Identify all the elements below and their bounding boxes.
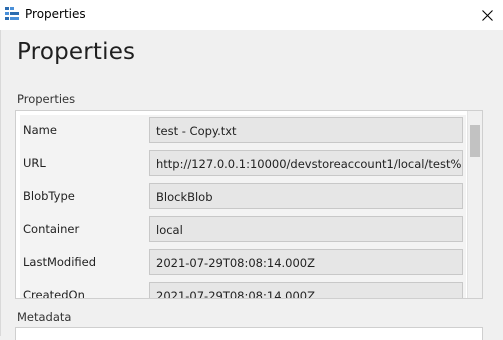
properties-section-label: Properties [17, 92, 76, 106]
vertical-scrollbar[interactable] [467, 111, 482, 298]
property-name: CreatedOn [23, 288, 85, 298]
property-name: LastModified [23, 255, 97, 269]
property-name: URL [23, 156, 46, 170]
properties-grid: Name test - Copy.txt URL http://127.0.0.… [20, 115, 466, 298]
property-row-url: URL http://127.0.0.1:10000/devstoreaccou… [20, 148, 466, 181]
properties-dialog: Properties Properties Name test - Copy.t… [0, 30, 503, 340]
close-icon [481, 9, 493, 21]
property-value-field[interactable]: local [149, 216, 463, 242]
close-button[interactable] [471, 0, 503, 30]
title-bar: Properties [0, 0, 503, 30]
property-row-lastmodified: LastModified 2021-07-29T08:08:14.000Z [20, 247, 466, 280]
property-name: Container [23, 222, 80, 236]
property-row-name: Name test - Copy.txt [20, 115, 466, 148]
property-row-container: Container local [20, 214, 466, 247]
property-value-field[interactable]: 2021-07-29T08:08:14.000Z [149, 282, 463, 298]
property-value-field[interactable]: BlockBlob [149, 183, 463, 209]
metadata-section-label: Metadata [17, 310, 72, 324]
property-row-createdon: CreatedOn 2021-07-29T08:08:14.000Z [20, 280, 466, 298]
dialog-heading: Properties [17, 39, 136, 65]
property-value-field[interactable]: http://127.0.0.1:10000/devstoreaccount1/… [149, 150, 463, 176]
app-icon [5, 7, 19, 23]
window-title: Properties [25, 7, 86, 21]
property-value-field[interactable]: 2021-07-29T08:08:14.000Z [149, 249, 463, 275]
properties-list[interactable]: Name test - Copy.txt URL http://127.0.0.… [15, 110, 483, 299]
metadata-list[interactable] [15, 327, 483, 340]
property-row-blobtype: BlobType BlockBlob [20, 181, 466, 214]
scrollbar-thumb[interactable] [470, 125, 480, 157]
property-name: BlobType [23, 189, 75, 203]
property-value-field[interactable]: test - Copy.txt [149, 117, 463, 143]
property-name: Name [23, 123, 57, 137]
